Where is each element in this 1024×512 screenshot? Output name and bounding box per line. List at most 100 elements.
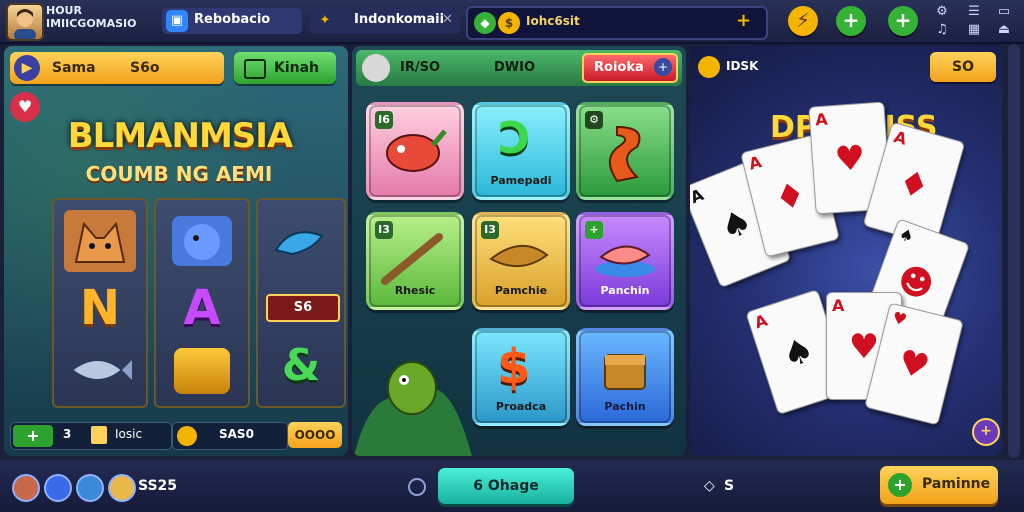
blue-creature-symbol-icon — [172, 216, 232, 266]
menu-icon[interactable]: ☰ — [966, 4, 982, 19]
card-rank: A — [891, 127, 909, 149]
tab-indonkomaii-label: Indonkomaii — [354, 12, 445, 27]
exit-icon[interactable]: ⏏ — [996, 22, 1012, 37]
tile-proadca[interactable]: $ Proadca — [472, 328, 570, 426]
card-rank: A — [814, 109, 829, 130]
app-icon: ▣ — [166, 10, 188, 32]
play-arrow-icon: ▶ — [14, 55, 40, 81]
tile-label: Pamepadi — [490, 174, 552, 187]
card-rank: A — [752, 310, 770, 333]
fox-symbol-icon — [64, 210, 136, 272]
friend-avatar-2[interactable] — [44, 474, 72, 502]
grid-header-text-2: DWIO — [494, 60, 536, 75]
orange-dollar-icon: $ — [497, 339, 531, 395]
tab-rebobacio-label: Rebobacio — [194, 12, 271, 27]
add-balance-icon[interactable]: + — [736, 11, 756, 31]
friend-avatar-1[interactable] — [12, 474, 40, 502]
card-header-button[interactable]: SO — [930, 52, 996, 82]
footer-amount-bar: SAS0 — [172, 422, 288, 450]
tile-pachin[interactable]: Pachin — [576, 328, 674, 426]
tile-fish-red[interactable]: I6 — [366, 102, 464, 200]
plus-icon: + — [894, 8, 912, 32]
primary-action-label: Paminne — [922, 476, 991, 492]
tile-seahorse[interactable]: ⚙ — [576, 102, 674, 200]
mode-pill[interactable]: ▶ Sama S6o — [10, 52, 224, 84]
game-subtitle: COUMB NG AEMI — [85, 162, 273, 186]
grid-header-button-label: Roioka — [594, 60, 644, 75]
chef-avatar-icon[interactable] — [362, 54, 390, 82]
coin-stack-icon — [91, 426, 107, 444]
game-grid-panel: IR/SO DWIO Roioka + I6 Ͻ Pamepadi ⚙ I3 R… — [352, 46, 686, 456]
stick-icon — [381, 233, 443, 285]
reel-2: A — [154, 198, 250, 408]
gem-icon: ◆ — [474, 12, 496, 34]
diamond-icon: ♦ — [893, 161, 934, 209]
favorite-heart-icon[interactable]: ♥ — [10, 92, 40, 122]
minimize-icon[interactable]: ▭ — [996, 4, 1012, 19]
sound-icon[interactable]: ♫ — [934, 22, 950, 37]
green-number-icon: Ͻ — [499, 113, 530, 164]
reel-3-symbol: & — [281, 340, 321, 391]
seahorse-icon — [609, 125, 641, 183]
grid-header: IR/SO DWIO Roioka + — [356, 50, 682, 86]
tab-rebobacio[interactable]: ▣ Rebobacio — [162, 8, 302, 34]
heart-icon: ♥ — [894, 341, 934, 389]
turtle-mascot-icon — [354, 316, 472, 456]
reel-3: S6 & — [256, 198, 346, 408]
add-icon: + — [654, 58, 672, 76]
friend-avatar-3[interactable] — [76, 474, 104, 502]
card-rank: A — [832, 296, 845, 315]
dolphin-symbol-icon — [272, 220, 330, 270]
refresh-icon[interactable] — [408, 478, 426, 496]
tile-label: Pamchie — [494, 284, 548, 297]
tile-label: Pachin — [604, 400, 646, 413]
lightning-icon: ⚡ — [795, 8, 811, 32]
close-tab-icon[interactable]: ✕ — [442, 12, 453, 27]
add-button-2[interactable]: + — [888, 6, 918, 36]
lightning-button[interactable]: ⚡ — [788, 6, 818, 36]
plus-icon: + — [842, 8, 860, 32]
reel-3-value: S6 — [266, 294, 340, 322]
play-button[interactable]: Kinah — [234, 52, 336, 84]
coin-icon — [698, 56, 720, 78]
reel-1: N — [52, 198, 148, 408]
primary-action-button[interactable]: + Paminne — [880, 466, 998, 504]
brand-line-2: IMIICGOMASIO — [46, 17, 137, 30]
bottom-bar: SS25 6 Ohage ◇ S + Paminne — [0, 460, 1024, 512]
tile-pamchie[interactable]: I3 Pamchie — [472, 212, 570, 310]
add-button-1[interactable]: + — [836, 6, 866, 36]
gold-block-symbol-icon — [174, 348, 230, 394]
footer-amount: SAS0 — [219, 427, 254, 441]
card-rank: A — [746, 152, 764, 174]
tile-panchin[interactable]: + Panchin — [576, 212, 674, 310]
game-title: BLMANMSIA — [67, 116, 293, 156]
add-line-button[interactable]: + — [13, 425, 53, 447]
friend-avatar-4[interactable] — [108, 474, 136, 502]
card-header-text: IDSK — [726, 59, 759, 73]
center-action-button[interactable]: 6 Ohage — [438, 468, 574, 504]
tile-pamepadi[interactable]: Ͻ Pamepadi — [472, 102, 570, 200]
tile-rhesic[interactable]: I3 Rhesic — [366, 212, 464, 310]
top-bar: HOUR IMIICGOMASIO ▣ Rebobacio ✦ Indonkom… — [0, 0, 1024, 44]
fish-symbol-icon — [68, 350, 134, 394]
treasure-box-icon — [604, 354, 646, 390]
grid-icon[interactable]: ▦ — [966, 22, 982, 37]
footer-button[interactable]: OOOO — [288, 422, 342, 448]
coin-icon: $ — [498, 12, 520, 34]
grid-header-button[interactable]: Roioka + — [582, 53, 678, 83]
footer-text: Iosic — [115, 427, 143, 441]
grid-header-text-1: IR/SO — [400, 60, 441, 75]
bottom-right-value: S — [724, 478, 735, 494]
add-card-icon[interactable]: + — [972, 418, 1000, 446]
card-game-panel: IDSK SO DPACHISS A ♠ A ♦ A ♥ A ♦ ♠ ☻ A ♠… — [690, 46, 1002, 456]
settings-icon[interactable]: ⚙ — [934, 4, 950, 19]
diamond-outline-icon: ◇ — [704, 478, 715, 494]
card-rank: A — [690, 184, 707, 208]
tab-indonkomaii[interactable]: ✦ Indonkomaii ✕ — [310, 8, 460, 34]
golden-fish-icon — [489, 244, 549, 267]
wand-icon: ✦ — [319, 13, 331, 28]
player-avatar[interactable] — [6, 3, 44, 41]
reel-1-letter: N — [79, 280, 121, 336]
tile-label: Panchin — [600, 284, 650, 297]
scrollbar[interactable] — [1008, 44, 1020, 458]
